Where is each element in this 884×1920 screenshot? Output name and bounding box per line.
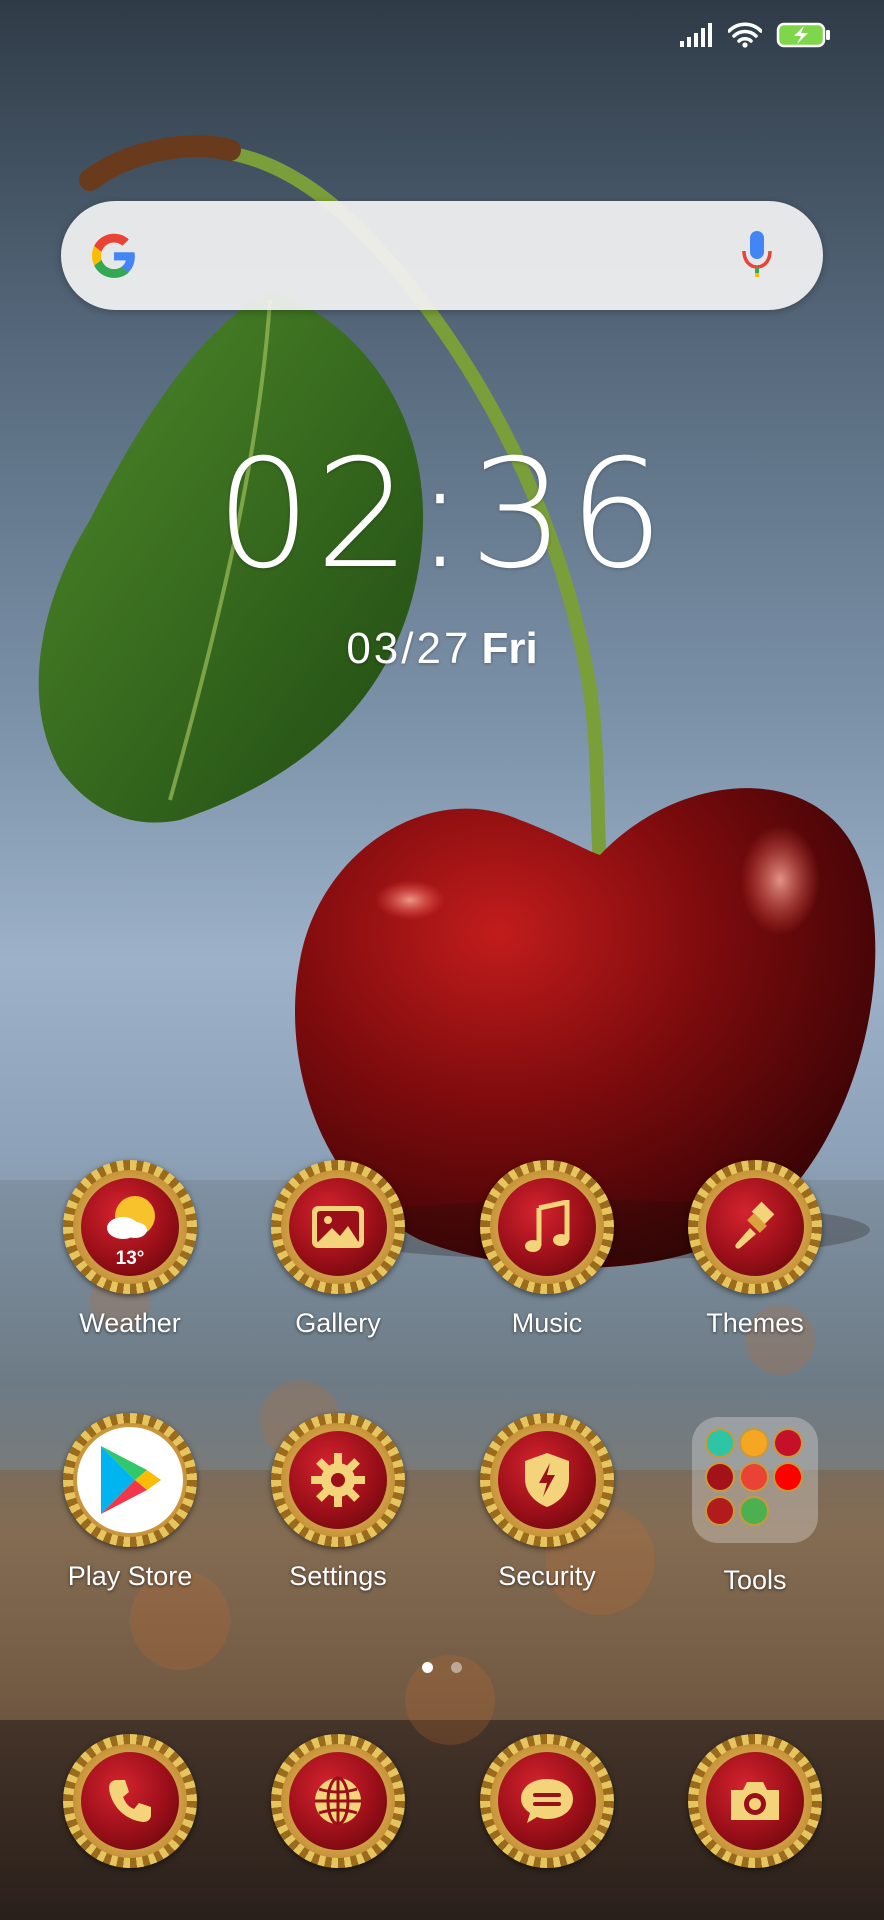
gear-icon	[271, 1413, 405, 1547]
app-security[interactable]: Security	[447, 1413, 647, 1592]
app-weather[interactable]: 13° Weather	[30, 1160, 230, 1339]
camera-icon	[688, 1734, 822, 1868]
clock-date[interactable]: 03/27 Fri	[0, 624, 884, 674]
globe-browser-icon	[271, 1734, 405, 1868]
play-store-icon	[63, 1413, 197, 1547]
paintbrush-icon	[688, 1160, 822, 1294]
app-label: Play Store	[67, 1561, 193, 1591]
app-gallery[interactable]: Gallery	[238, 1160, 438, 1339]
app-label: Music	[511, 1308, 583, 1338]
app-folder-tools[interactable]: Tools	[655, 1413, 855, 1596]
message-bubble-icon	[480, 1734, 614, 1868]
clock-time[interactable]: 02:36	[0, 440, 884, 590]
folder-icon	[692, 1417, 818, 1543]
app-label: Weather	[79, 1308, 181, 1338]
dock-browser[interactable]	[238, 1734, 438, 1868]
google-search-bar[interactable]	[61, 201, 823, 310]
app-settings[interactable]: Settings	[238, 1413, 438, 1592]
app-play-store[interactable]: Play Store	[30, 1413, 230, 1592]
app-music[interactable]: Music	[447, 1160, 647, 1339]
wifi-icon	[728, 22, 762, 48]
status-bar	[680, 22, 832, 48]
app-label: Security	[498, 1561, 596, 1591]
dock-phone[interactable]	[30, 1734, 230, 1868]
gallery-picture-icon	[271, 1160, 405, 1294]
app-label: Settings	[289, 1561, 387, 1591]
shield-bolt-icon	[480, 1413, 614, 1547]
date-label: 03/27	[346, 624, 472, 673]
phone-icon	[63, 1734, 197, 1868]
app-label: Gallery	[295, 1308, 381, 1338]
page-dot-active	[422, 1662, 433, 1673]
google-g-icon	[91, 233, 135, 278]
page-indicator	[0, 1660, 884, 1678]
app-themes[interactable]: Themes	[655, 1160, 855, 1339]
app-label: Themes	[706, 1308, 804, 1338]
battery-charging-icon	[776, 22, 830, 48]
cellular-signal-icon	[680, 23, 712, 47]
app-label: Tools	[723, 1565, 787, 1595]
dock-messages[interactable]	[447, 1734, 647, 1868]
dock-camera[interactable]	[655, 1734, 855, 1868]
music-note-icon	[480, 1160, 614, 1294]
weather-temperature: 13°	[115, 1248, 145, 1269]
page-dot	[451, 1662, 462, 1673]
microphone-icon[interactable]	[741, 229, 773, 279]
day-of-week-label: Fri	[481, 624, 538, 673]
weather-sun-cloud-icon: 13°	[63, 1160, 197, 1294]
